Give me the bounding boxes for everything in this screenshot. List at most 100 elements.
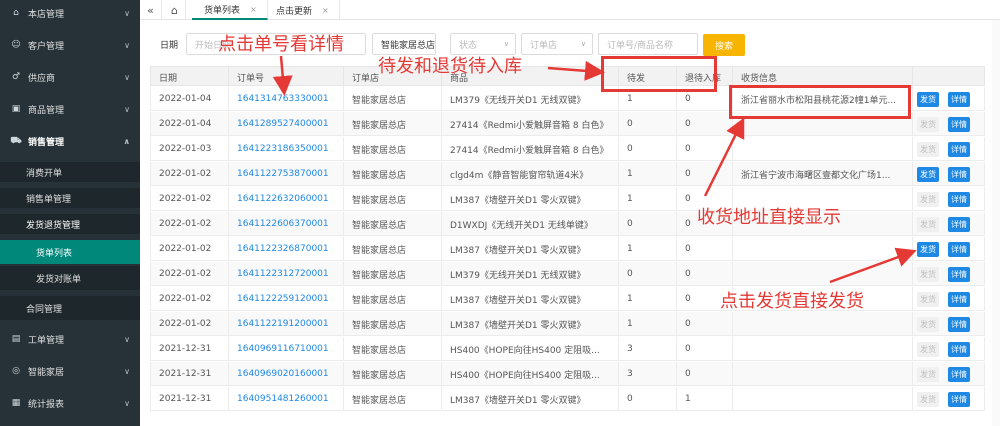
order-number-link[interactable]: 1641122326870001 (229, 237, 344, 261)
sidebar-subitem-sales-orders[interactable]: 销售单管理 (0, 188, 140, 208)
sidebar-item-work-orders[interactable]: ▤ 工单管理 ∨ (0, 328, 140, 350)
detail-button[interactable]: 详情 (948, 267, 970, 282)
order-number-link[interactable]: 1640969116710001 (229, 337, 344, 361)
order-number-link[interactable]: 1641289527400001 (229, 112, 344, 136)
order-number-link[interactable]: 1641122312720001 (229, 262, 344, 286)
scrollbar[interactable] (992, 20, 1000, 426)
cell-product: LM387《墙壁开关D1 零火双键》 (442, 187, 619, 211)
detail-button[interactable]: 详情 (948, 367, 970, 382)
sidebar-item-suppliers[interactable]: ♂ 供应商 ∨ (0, 66, 140, 88)
chevron-down-icon: ∨ (503, 40, 509, 48)
order-number-link[interactable]: 1641122753870001 (229, 162, 344, 186)
chevron-down-icon: ∨ (124, 334, 130, 344)
ship-button[interactable]: 发货 (917, 117, 939, 132)
chevron-down-icon: ∨ (124, 72, 130, 82)
cell-store: 智能家居总店 (344, 237, 442, 261)
cell-store: 智能家居总店 (344, 212, 442, 236)
document-icon: ▤ (11, 334, 21, 344)
order-number-link[interactable]: 1641122259120001 (229, 287, 344, 311)
order-number-link[interactable]: 1641314763330001 (229, 87, 344, 111)
order-number-link[interactable]: 1641223186350001 (229, 137, 344, 161)
cell-store: 智能家居总店 (344, 337, 442, 361)
close-icon[interactable]: × (322, 6, 329, 15)
column-header-actions (913, 67, 986, 87)
sidebar-item-label: 发货对账单 (36, 274, 82, 285)
collapse-sidebar-icon[interactable]: « (140, 0, 162, 20)
cell-store: 智能家居总店 (344, 312, 442, 336)
cell-date: 2021-12-31 (151, 337, 229, 361)
ship-button[interactable]: 发货 (917, 317, 939, 332)
cell-pending: 1 (619, 162, 677, 186)
detail-button[interactable]: 详情 (948, 117, 970, 132)
order-number-link[interactable]: 1641122191200001 (229, 312, 344, 336)
order-store-select[interactable]: 订单店 ∨ (521, 33, 593, 55)
sidebar-item-label: 供应商 (28, 73, 56, 84)
sidebar-item-reports[interactable]: ▦ 统计报表 ∨ (0, 392, 140, 414)
detail-button[interactable]: 详情 (948, 167, 970, 182)
cell-product: 27414《Redmi小爱触屏音箱 8 白色》 (442, 137, 619, 161)
cell-store: 智能家居总店 (344, 87, 442, 111)
sidebar-item-label: 消费开单 (26, 168, 63, 179)
detail-button[interactable]: 详情 (948, 92, 970, 107)
annotation-pending-return: 待发和退货待入库 (378, 56, 522, 77)
sidebar-subitem-reconciliation[interactable]: 发货对账单 (0, 266, 140, 290)
order-number-link[interactable]: 1641122606370001 (229, 212, 344, 236)
ship-button[interactable]: 发货 (917, 267, 939, 282)
detail-button[interactable]: 详情 (948, 292, 970, 307)
cart-icon: ⛟ (10, 135, 22, 146)
table-row: 2021-12-31 1640969116710001 智能家居总店 HS400《HO… (150, 337, 985, 361)
sidebar-item-store[interactable]: ⌂ 本店管理 ∨ (0, 2, 140, 24)
detail-button[interactable]: 详情 (948, 342, 970, 357)
column-header: 收货信息 (733, 67, 913, 87)
sidebar-item-sales[interactable]: ⛟ 销售管理 ∧ (0, 130, 140, 152)
chevron-down-icon: ∨ (580, 40, 586, 48)
cell-address (733, 362, 913, 386)
ship-button[interactable]: 发货 (917, 367, 939, 382)
order-number-link[interactable]: 1640951481260001 (229, 387, 344, 411)
order-number-link[interactable]: 1640969020160001 (229, 362, 344, 386)
detail-button[interactable]: 详情 (948, 192, 970, 207)
cell-return: 0 (677, 262, 733, 286)
ship-button[interactable]: 发货 (917, 392, 939, 407)
sidebar-item-customers[interactable]: ☺ 客户管理 ∨ (0, 34, 140, 56)
detail-button[interactable]: 详情 (948, 142, 970, 157)
date-label: 日期 (160, 41, 179, 51)
detail-button[interactable]: 详情 (948, 317, 970, 332)
tab-refresh[interactable]: 点击更新 × (264, 0, 340, 20)
keyword-input[interactable]: 订单号/商品名称 (598, 33, 698, 55)
close-icon[interactable]: × (250, 5, 257, 14)
ship-button[interactable]: 发货 (917, 192, 939, 207)
order-number-link[interactable]: 1641122632060001 (229, 187, 344, 211)
chevron-down-icon: ∨ (124, 398, 130, 408)
ship-button[interactable]: 发货 (917, 242, 939, 257)
ship-button[interactable]: 发货 (917, 342, 939, 357)
sidebar-subitem-consume[interactable]: 消费开单 (0, 162, 140, 182)
cell-pending: 1 (619, 187, 677, 211)
ship-button[interactable]: 发货 (917, 92, 939, 107)
home-icon: ⌂ (13, 8, 19, 18)
detail-button[interactable]: 详情 (948, 217, 970, 232)
ship-button[interactable]: 发货 (917, 142, 939, 157)
smart-home-icon: ◎ (12, 366, 20, 376)
ship-button[interactable]: 发货 (917, 217, 939, 232)
detail-button[interactable]: 详情 (948, 392, 970, 407)
tab-order-list[interactable]: 货单列表 × (192, 0, 268, 20)
chevron-down-icon: ∨ (124, 40, 130, 50)
ship-button[interactable]: 发货 (917, 292, 939, 307)
sidebar-item-label: 发货退货管理 (26, 220, 81, 231)
cell-date: 2022-01-02 (151, 287, 229, 311)
table-row: 2022-01-03 1641223186350001 智能家居总店 27414《Re… (150, 137, 985, 161)
keyword-placeholder: 订单号/商品名称 (607, 40, 674, 51)
home-icon[interactable]: ⌂ (164, 0, 186, 20)
search-button[interactable]: 搜索 (703, 34, 745, 56)
cell-return: 0 (677, 312, 733, 336)
cell-pending: 0 (619, 212, 677, 236)
sidebar-subitem-contracts[interactable]: 合同管理 (0, 296, 140, 320)
sidebar-item-products[interactable]: ▣ 商品管理 ∨ (0, 98, 140, 120)
sidebar-subitem-order-list[interactable]: 货单列表 (0, 240, 140, 264)
sidebar-subitem-ship-return[interactable]: 发货退货管理 (0, 214, 140, 234)
sidebar-item-smart-home[interactable]: ◎ 智能家居 ∨ (0, 360, 140, 382)
ship-button[interactable]: 发货 (917, 167, 939, 182)
cell-store: 智能家居总店 (344, 137, 442, 161)
detail-button[interactable]: 详情 (948, 242, 970, 257)
